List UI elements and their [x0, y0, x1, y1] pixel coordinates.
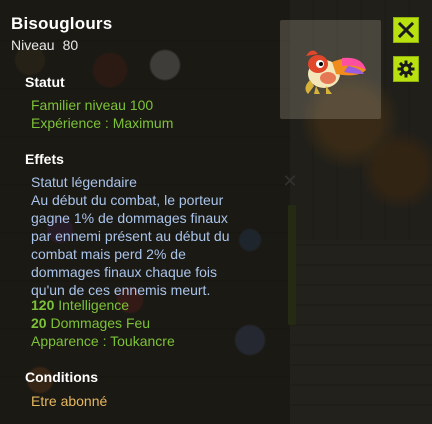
item-tooltip: Bisouglours Niveau 80 Statut Familier niv…	[0, 0, 432, 424]
settings-button[interactable]	[393, 56, 419, 82]
effect-stat-intelligence: 120 Intelligence	[31, 296, 129, 314]
gear-icon	[397, 60, 415, 78]
item-level: Niveau 80	[11, 37, 78, 53]
close-icon	[397, 21, 415, 39]
statut-line-level: Familier niveau 100	[31, 97, 154, 113]
stat-label: Dommages Feu	[50, 315, 151, 331]
pet-preview	[280, 20, 381, 119]
conditions-title: Conditions	[25, 369, 99, 385]
effect-heading: Statut légendaire	[31, 174, 137, 190]
close-button[interactable]	[393, 17, 419, 43]
toucan-pet-icon	[305, 50, 366, 94]
statut-line-experience: Expérience : Maximum	[31, 115, 174, 131]
effets-title: Effets	[25, 151, 64, 167]
stat-value: 20	[31, 315, 47, 331]
condition-line: Etre abonné	[31, 393, 108, 409]
effect-description: Au début du combat, le porteur gagne 1% …	[31, 192, 230, 298]
item-name: Bisouglours	[11, 14, 113, 33]
stat-value: 120	[31, 297, 55, 313]
level-label: Niveau	[11, 37, 55, 53]
level-value: 80	[62, 37, 79, 53]
statut-title: Statut	[25, 74, 65, 90]
effect-appearance: Apparence : Toukancre	[31, 333, 175, 349]
stat-label: Intelligence	[58, 297, 130, 313]
effect-stat-dommages-feu: 20 Dommages Feu	[31, 314, 150, 332]
